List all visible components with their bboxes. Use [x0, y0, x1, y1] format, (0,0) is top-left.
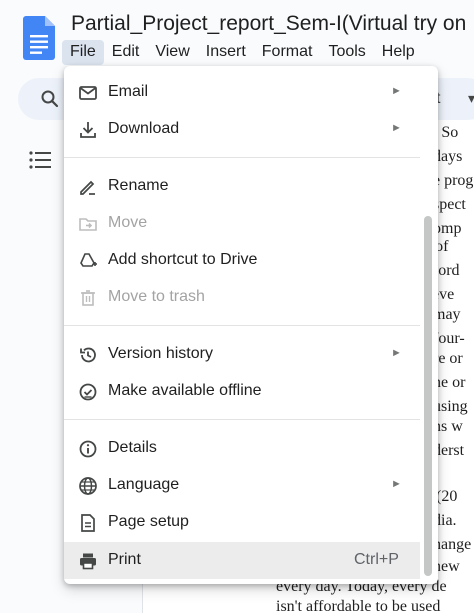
menu-item-rename[interactable]: Rename	[64, 168, 420, 205]
search-menus-icon[interactable]	[40, 89, 60, 109]
doc-text-line: e prog	[433, 172, 474, 189]
menu-item-details[interactable]: Details	[64, 430, 420, 467]
menu-item-label: Page setup	[108, 513, 189, 530]
document-icon	[78, 513, 98, 533]
trash-icon	[78, 288, 98, 308]
doc-text-line: hange	[433, 536, 472, 553]
offline-check-icon	[78, 382, 98, 402]
info-icon	[78, 439, 98, 459]
menu-scrollbar[interactable]	[424, 216, 432, 576]
menu-item-version-history[interactable]: Version history ►	[64, 336, 420, 373]
submenu-arrow-icon: ►	[391, 85, 402, 97]
menu-item-email[interactable]: Email ►	[64, 74, 420, 111]
keyboard-shortcut: Ctrl+P	[354, 551, 399, 568]
menu-item-label: Rename	[108, 177, 169, 194]
menu-item-label: Download	[108, 120, 180, 137]
menu-item-move-to-trash: Move to trash	[64, 279, 420, 316]
menu-item-label: Email	[108, 83, 149, 100]
drive-shortcut-icon	[78, 251, 98, 271]
menu-item-label: Move to trash	[108, 288, 205, 305]
mail-icon	[78, 83, 98, 103]
menu-help[interactable]: Help	[374, 40, 423, 65]
submenu-arrow-icon: ►	[391, 478, 402, 490]
doc-text-line: using	[433, 398, 468, 415]
submenu-arrow-icon: ►	[391, 347, 402, 359]
menu-item-add-shortcut[interactable]: Add shortcut to Drive	[64, 242, 420, 279]
history-icon	[78, 345, 98, 365]
menu-view[interactable]: View	[147, 40, 197, 65]
google-docs-logo-icon[interactable]	[23, 16, 55, 60]
menu-item-download[interactable]: Download ►	[64, 111, 420, 148]
menu-divider	[64, 157, 420, 158]
menu-item-label: Version history	[108, 345, 213, 362]
menu-tools[interactable]: Tools	[320, 40, 373, 65]
menu-item-label: Language	[108, 476, 180, 493]
pencil-icon	[78, 177, 98, 197]
menu-format[interactable]: Format	[254, 40, 321, 65]
download-icon	[78, 120, 98, 140]
menu-item-print[interactable]: Print Ctrl+P	[64, 542, 420, 579]
menu-item-label: Print	[108, 551, 141, 568]
doc-text-line: isn't affordable to be used	[276, 598, 441, 613]
menu-item-label: Details	[108, 439, 157, 456]
outline-list-icon[interactable]	[29, 150, 51, 170]
menu-edit[interactable]: Edit	[104, 40, 148, 65]
menu-item-label: Move	[108, 214, 148, 231]
globe-icon	[78, 476, 98, 496]
chevron-down-icon[interactable]: ▾	[468, 90, 474, 107]
menu-item-move: Move	[64, 205, 420, 242]
menu-insert[interactable]: Insert	[198, 40, 254, 65]
submenu-arrow-icon: ►	[391, 122, 402, 134]
menu-divider	[64, 325, 420, 326]
docs-app-window: Partial_Project_report_Sem-I(Virtual try…	[0, 0, 474, 613]
menu-item-language[interactable]: Language ►	[64, 467, 420, 504]
document-title[interactable]: Partial_Project_report_Sem-I(Virtual try…	[71, 12, 466, 36]
folder-move-icon	[78, 214, 98, 234]
menu-item-label: Make available offline	[108, 382, 262, 399]
printer-icon	[78, 551, 98, 571]
menu-divider	[64, 419, 420, 420]
file-menu-dropdown: Email ► Download ► Rename Move Add short…	[64, 66, 438, 584]
menu-item-make-offline[interactable]: Make available offline	[64, 373, 420, 410]
menu-item-label: Add shortcut to Drive	[108, 251, 258, 268]
menu-bar: File Edit View Insert Format Tools Help	[62, 40, 423, 65]
menu-file[interactable]: File	[62, 40, 104, 65]
menu-item-page-setup[interactable]: Page setup	[64, 504, 420, 541]
